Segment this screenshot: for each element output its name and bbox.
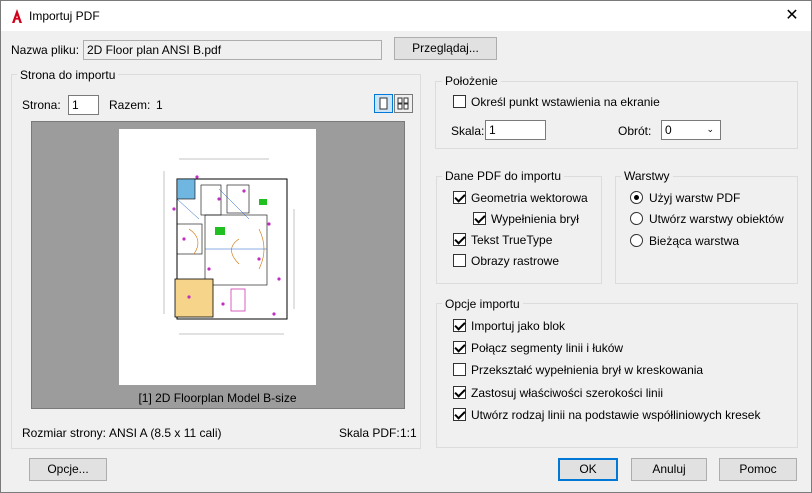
- raster-images-label: Obrazy rastrowe: [471, 254, 560, 268]
- help-button[interactable]: Pomoc: [719, 458, 797, 481]
- convert-fills-label: Przekształć wypełnienia brył w kreskowan…: [471, 363, 704, 377]
- vector-geometry-checkbox[interactable]: [453, 191, 466, 204]
- preview-caption: [1] 2D Floorplan Model B-size: [138, 391, 297, 405]
- pdf-data-title: Dane PDF do importu: [442, 169, 565, 183]
- solid-fills-label: Wypełnienia brył: [491, 212, 579, 226]
- single-page-icon: [379, 97, 388, 110]
- options-button[interactable]: Opcje...: [29, 458, 107, 481]
- scale-input[interactable]: 1: [485, 120, 546, 140]
- rotation-value: 0: [665, 123, 672, 137]
- pdf-scale-value: 1:1: [400, 426, 417, 440]
- file-name-field: 2D Floor plan ANSI B.pdf: [83, 40, 382, 60]
- scale-label: Skala:: [451, 124, 485, 138]
- window-title: Importuj PDF: [29, 9, 100, 23]
- create-object-layers-label: Utwórz warstwy obiektów: [649, 212, 784, 226]
- import-as-block-checkbox[interactable]: [453, 319, 466, 332]
- pdf-scale-label: Skala PDF:: [339, 426, 400, 440]
- solid-fills-checkbox[interactable]: [473, 212, 486, 225]
- thumbnail-view-button[interactable]: [394, 94, 413, 113]
- page-number-input[interactable]: 1: [68, 95, 99, 115]
- cancel-button[interactable]: Anuluj: [631, 458, 707, 481]
- current-layer-radio[interactable]: [630, 234, 643, 247]
- position-title: Położenie: [442, 74, 501, 88]
- thumbnails-icon: [397, 97, 409, 110]
- pdf-page-thumbnail: [119, 129, 316, 385]
- autocad-logo-icon: [12, 9, 22, 23]
- page-to-import-title: Strona do importu: [17, 68, 119, 82]
- join-segments-checkbox[interactable]: [453, 341, 466, 354]
- infer-linetypes-label: Utwórz rodzaj linii na podstawie współli…: [471, 408, 761, 422]
- vector-geometry-label: Geometria wektorowa: [471, 191, 588, 205]
- truetype-text-label: Tekst TrueType: [471, 233, 553, 247]
- chevron-down-icon: ⌄: [706, 124, 714, 134]
- page-size-value: ANSI A (8.5 x 11 cali): [109, 426, 222, 440]
- specify-onscreen-checkbox[interactable]: [453, 95, 466, 108]
- truetype-text-checkbox[interactable]: [453, 233, 466, 246]
- title-bar: Importuj PDF ✕: [1, 1, 811, 31]
- specify-onscreen-label: Określ punkt wstawienia na ekranie: [471, 95, 660, 109]
- import-as-block-label: Importuj jako blok: [471, 319, 566, 333]
- import-options-title: Opcje importu: [442, 297, 523, 311]
- apply-lineweight-label: Zastosuj właściwości szerokości linii: [471, 386, 664, 400]
- infer-linetypes-checkbox[interactable]: [453, 408, 466, 421]
- close-button[interactable]: ✕: [773, 1, 811, 31]
- current-layer-label: Bieżąca warstwa: [649, 234, 740, 248]
- ok-button[interactable]: OK: [558, 458, 618, 481]
- browse-button[interactable]: Przeglądaj...: [394, 37, 497, 60]
- rotation-select[interactable]: 0 ⌄: [661, 120, 721, 140]
- raster-images-checkbox[interactable]: [453, 254, 466, 267]
- join-segments-label: Połącz segmenty linii i łuków: [471, 341, 624, 355]
- total-value: 1: [156, 98, 163, 112]
- page-size-label: Rozmiar strony:: [22, 426, 107, 440]
- use-pdf-layers-radio[interactable]: [630, 191, 643, 204]
- single-page-view-button[interactable]: [374, 94, 393, 113]
- use-pdf-layers-label: Użyj warstw PDF: [649, 191, 741, 205]
- page-label: Strona:: [22, 98, 61, 112]
- apply-lineweight-checkbox[interactable]: [453, 386, 466, 399]
- rotation-label: Obrót:: [618, 124, 652, 138]
- floor-plan-drawing: [163, 158, 295, 335]
- file-name-label: Nazwa pliku:: [11, 43, 80, 57]
- convert-fills-checkbox[interactable]: [453, 363, 466, 376]
- layers-title: Warstwy: [621, 169, 673, 183]
- create-object-layers-radio[interactable]: [630, 212, 643, 225]
- total-label: Razem:: [109, 98, 151, 112]
